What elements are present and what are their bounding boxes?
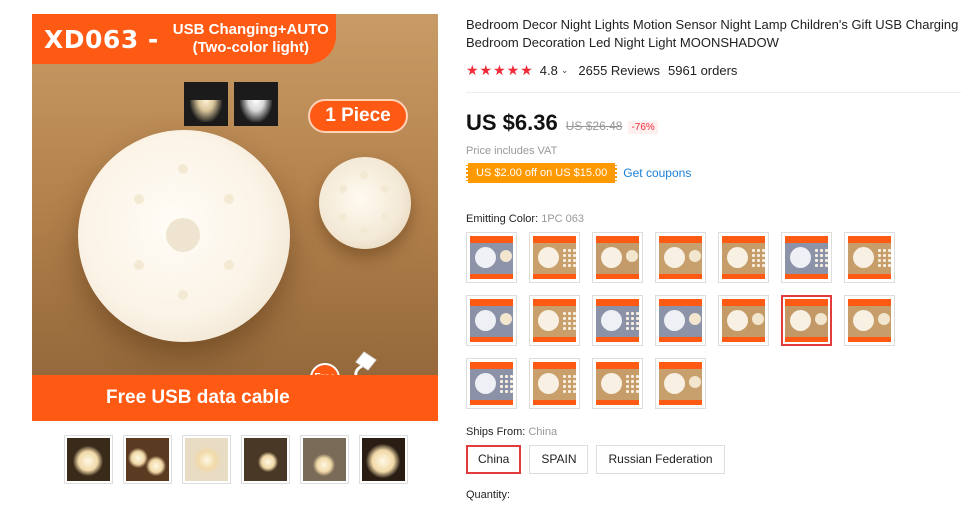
- product-title: Bedroom Decor Night Lights Motion Sensor…: [466, 17, 959, 50]
- color-swatch[interactable]: [529, 295, 580, 346]
- color-swatch-selected[interactable]: [781, 295, 832, 346]
- ship-option-russia[interactable]: Russian Federation: [596, 445, 725, 474]
- color-swatch[interactable]: [529, 358, 580, 409]
- top-banner: XD063 - USB Changing+AUTO (Two-color lig…: [32, 14, 336, 64]
- banner-line-1: USB Changing+AUTO: [172, 21, 329, 38]
- color-swatch[interactable]: [655, 232, 706, 283]
- ships-from-label: Ships From:: [466, 426, 526, 438]
- color-label: Emitting Color:: [466, 213, 539, 225]
- get-coupons-link[interactable]: Get coupons: [623, 166, 691, 180]
- color-swatch[interactable]: [655, 358, 706, 409]
- thumbnail-2[interactable]: [123, 435, 172, 484]
- banner-code: XD063 -: [44, 24, 159, 54]
- color-swatch[interactable]: [781, 232, 832, 283]
- ships-from-options: China SPAIN Russian Federation: [466, 445, 725, 474]
- star-rating-icon: ★★★★★: [466, 62, 534, 78]
- original-price: US $26.48: [565, 119, 623, 133]
- color-swatch[interactable]: [592, 232, 643, 283]
- color-selected-value: 1PC 063: [541, 213, 585, 225]
- chevron-down-icon[interactable]: ⌄: [561, 65, 569, 76]
- banner-subtitle: USB Changing+AUTO (Two-color light): [173, 21, 329, 57]
- ships-from-label-row: Ships From: China: [466, 426, 557, 438]
- color-swatch[interactable]: [466, 295, 517, 346]
- lamp-small: [319, 157, 411, 249]
- coupon-badge[interactable]: US $2.00 off on US $15.00: [466, 163, 618, 183]
- thumbnail-strip: [64, 435, 408, 484]
- color-swatch[interactable]: [529, 232, 580, 283]
- price-row: US $6.36 US $26.48 -76%: [466, 110, 658, 136]
- color-swatch[interactable]: [844, 232, 895, 283]
- orders-count: 5961 orders: [668, 63, 738, 78]
- current-price: US $6.36: [466, 110, 558, 135]
- thumbnail-1[interactable]: [64, 435, 113, 484]
- color-swatch[interactable]: [466, 232, 517, 283]
- thumbnail-6[interactable]: [359, 435, 408, 484]
- warm-light-sample: [184, 82, 228, 126]
- color-label-row: Emitting Color: 1PC 063: [466, 213, 584, 225]
- main-product-image[interactable]: XD063 - USB Changing+AUTO (Two-color lig…: [32, 14, 438, 421]
- color-swatch[interactable]: [844, 295, 895, 346]
- ship-option-china[interactable]: China: [466, 445, 522, 474]
- discount-badge: -76%: [628, 121, 658, 134]
- color-swatch[interactable]: [592, 295, 643, 346]
- lamp-large: [78, 130, 290, 342]
- color-swatch[interactable]: [655, 295, 706, 346]
- rating-value[interactable]: 4.8: [540, 63, 558, 78]
- vat-note: Price includes VAT: [466, 145, 558, 157]
- piece-badge: 1 Piece: [308, 99, 408, 133]
- rating-row: ★★★★★ 4.8 ⌄ 2655 Reviews 5961 orders: [466, 62, 737, 79]
- ships-from-selected: China: [528, 426, 558, 438]
- thumbnail-4[interactable]: [241, 435, 290, 484]
- ship-option-spain[interactable]: SPAIN: [529, 445, 589, 474]
- quantity-label: Quantity:: [466, 489, 511, 501]
- color-swatch[interactable]: [466, 358, 517, 409]
- thumbnail-3[interactable]: [182, 435, 231, 484]
- reviews-count[interactable]: 2655 Reviews: [578, 63, 660, 78]
- bottom-banner: Free USB data cable: [32, 375, 438, 421]
- coupon-row: US $2.00 off on US $15.00 Get coupons: [466, 163, 691, 183]
- thumbnail-5[interactable]: [300, 435, 349, 484]
- color-swatch[interactable]: [718, 295, 769, 346]
- color-swatch[interactable]: [592, 358, 643, 409]
- cool-light-sample: [234, 82, 278, 126]
- color-swatch[interactable]: [718, 232, 769, 283]
- divider: [466, 92, 961, 93]
- banner-line-2: (Two-color light): [192, 39, 309, 56]
